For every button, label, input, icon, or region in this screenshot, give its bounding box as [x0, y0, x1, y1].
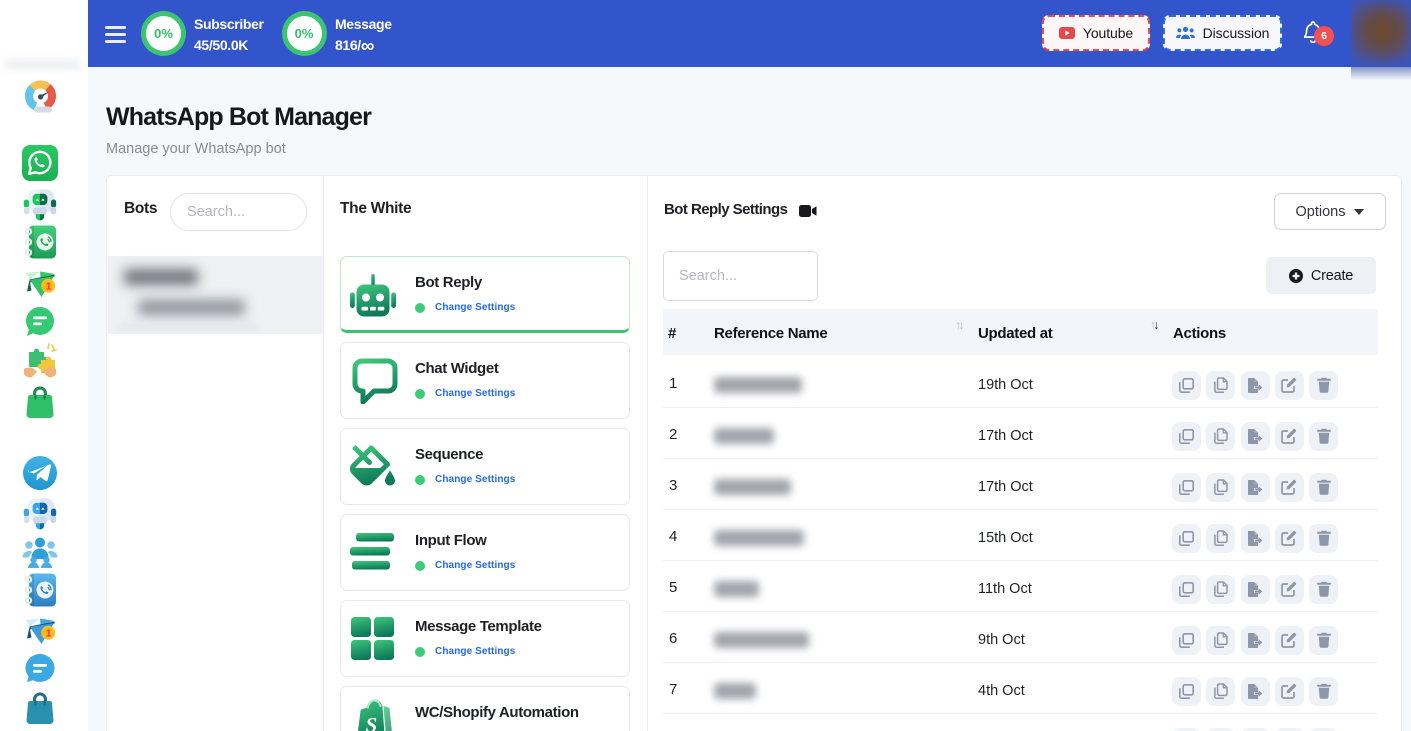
svg-text:1: 1: [46, 281, 52, 293]
svg-text:1: 1: [46, 628, 52, 640]
svg-text:S: S: [366, 713, 378, 731]
